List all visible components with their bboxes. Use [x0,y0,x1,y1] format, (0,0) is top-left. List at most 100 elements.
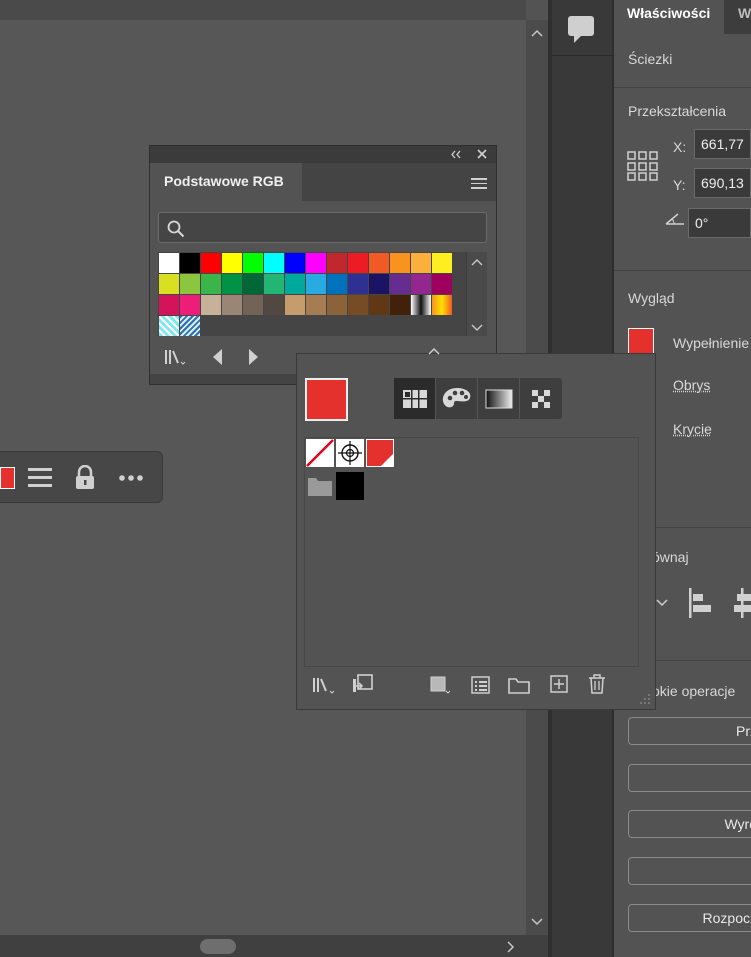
search-icon [167,220,185,238]
quick-action-button-2[interactable] [628,764,751,792]
swatch-cell[interactable] [432,295,452,315]
angle-field[interactable]: 0° [688,208,751,238]
swatch-cell[interactable] [180,295,200,315]
swatch-red[interactable] [366,439,394,467]
swatch-cell[interactable] [432,253,452,273]
lock-icon[interactable] [74,465,96,491]
fill-color-chip[interactable] [0,467,15,489]
horizontal-scrollbar[interactable] [0,935,548,957]
swatch-cell[interactable] [411,295,431,315]
delete-icon[interactable] [588,674,606,694]
swatch-cell[interactable] [159,253,179,273]
chevron-down-icon[interactable] [656,598,668,608]
library-icon[interactable] [312,675,338,695]
new-group-folder-icon[interactable] [508,675,530,695]
reference-point-icon[interactable] [627,151,658,181]
panel-menu-icon[interactable] [471,178,487,194]
swatch-cell[interactable] [432,274,452,294]
swatch-cell[interactable] [264,274,284,294]
tab-second[interactable]: W [724,0,751,34]
close-icon [477,149,487,159]
fill-swatch[interactable] [628,328,654,354]
swatch-cell[interactable] [201,253,221,273]
gradient-icon[interactable] [478,378,520,419]
tab-basic-rgb[interactable]: Podstawowe RGB [150,163,302,201]
swatch-cell[interactable] [285,295,305,315]
swatch-cell[interactable] [327,253,347,273]
swatch-cell[interactable] [159,295,179,315]
swatch-cell[interactable] [369,274,389,294]
align-center-icon[interactable] [733,588,751,618]
menu-icon[interactable] [28,468,52,492]
quick-action-button-3[interactable]: Wyró [628,810,751,838]
quick-action-button-1[interactable]: Prz [628,717,751,745]
swatch-cell[interactable] [411,274,431,294]
swatch-cell[interactable] [327,295,347,315]
swatch-search-input[interactable] [158,212,487,243]
swatch-cell[interactable] [390,253,410,273]
stroke-label[interactable]: Obrys [673,377,710,393]
swatch-cell[interactable] [411,253,431,273]
panel-collapse-icon[interactable] [426,346,442,356]
swatch-cell[interactable] [306,253,326,273]
quick-action-button-5[interactable]: Rozpocz [628,904,751,932]
swatch-cell[interactable] [348,295,368,315]
scroll-down-icon [531,918,543,926]
swatch-cell[interactable] [306,274,326,294]
pattern-icon[interactable] [520,378,562,419]
swatch-cell[interactable] [285,274,305,294]
current-color-swatch[interactable] [305,378,348,421]
swatch-cell[interactable] [390,274,410,294]
previous-icon[interactable] [211,348,223,366]
swatch-cell[interactable] [180,253,200,273]
swatch-cell[interactable] [327,274,347,294]
x-field[interactable]: 661,77 [694,129,751,159]
swatch-grid-view-icon[interactable] [394,378,436,419]
swatch-cell[interactable] [222,274,242,294]
swatch-cell[interactable] [159,316,179,336]
new-swatch-icon[interactable] [550,675,568,693]
library-icon[interactable] [164,348,188,366]
swatch-none[interactable] [306,439,334,467]
comment-icon[interactable] [566,12,596,46]
align-left-icon[interactable] [688,588,714,618]
swatch-cell[interactable] [222,295,242,315]
swatch-cell[interactable] [264,253,284,273]
opacity-label[interactable]: Krycie [673,421,712,437]
swatch-cell[interactable] [369,295,389,315]
swatch-cell[interactable] [348,253,368,273]
swatch-scrollbar[interactable] [466,252,487,336]
resize-grip-icon[interactable] [638,694,652,706]
swatch-panel-header[interactable] [150,146,496,163]
dock-separator [552,55,612,56]
y-field[interactable]: 690,13 [694,168,751,198]
swatch-cell[interactable] [180,274,200,294]
color-palette-icon[interactable] [436,378,478,419]
swatch-cell[interactable] [264,295,284,315]
swatch-cell[interactable] [306,295,326,315]
swatch-cell[interactable] [369,253,389,273]
quick-action-button-4[interactable] [628,857,751,885]
next-icon[interactable] [248,348,260,366]
swatch-cell[interactable] [285,253,305,273]
place-swatch-icon[interactable] [352,674,374,694]
swatch-registration[interactable] [336,439,364,467]
swatch-cell[interactable] [159,274,179,294]
swatch-cell[interactable] [201,295,221,315]
tab-properties[interactable]: Właściwości [614,0,724,34]
swatch-cell[interactable] [222,253,242,273]
horizontal-scroll-thumb[interactable] [200,939,236,954]
swatch-cell[interactable] [243,295,263,315]
swatch-cell[interactable] [390,295,410,315]
swatch-kind-icon[interactable] [430,675,454,695]
folder-icon[interactable] [306,472,334,498]
swatch-cell[interactable] [201,274,221,294]
swatch-options-icon[interactable] [471,675,491,695]
swatch-cell[interactable] [180,316,200,336]
swatch-cell[interactable] [348,274,368,294]
swatch-cell[interactable] [243,274,263,294]
swatch-view-modes [394,378,562,419]
swatch-cell[interactable] [243,253,263,273]
more-icon[interactable] [119,475,145,481]
swatch-black[interactable] [336,472,364,500]
